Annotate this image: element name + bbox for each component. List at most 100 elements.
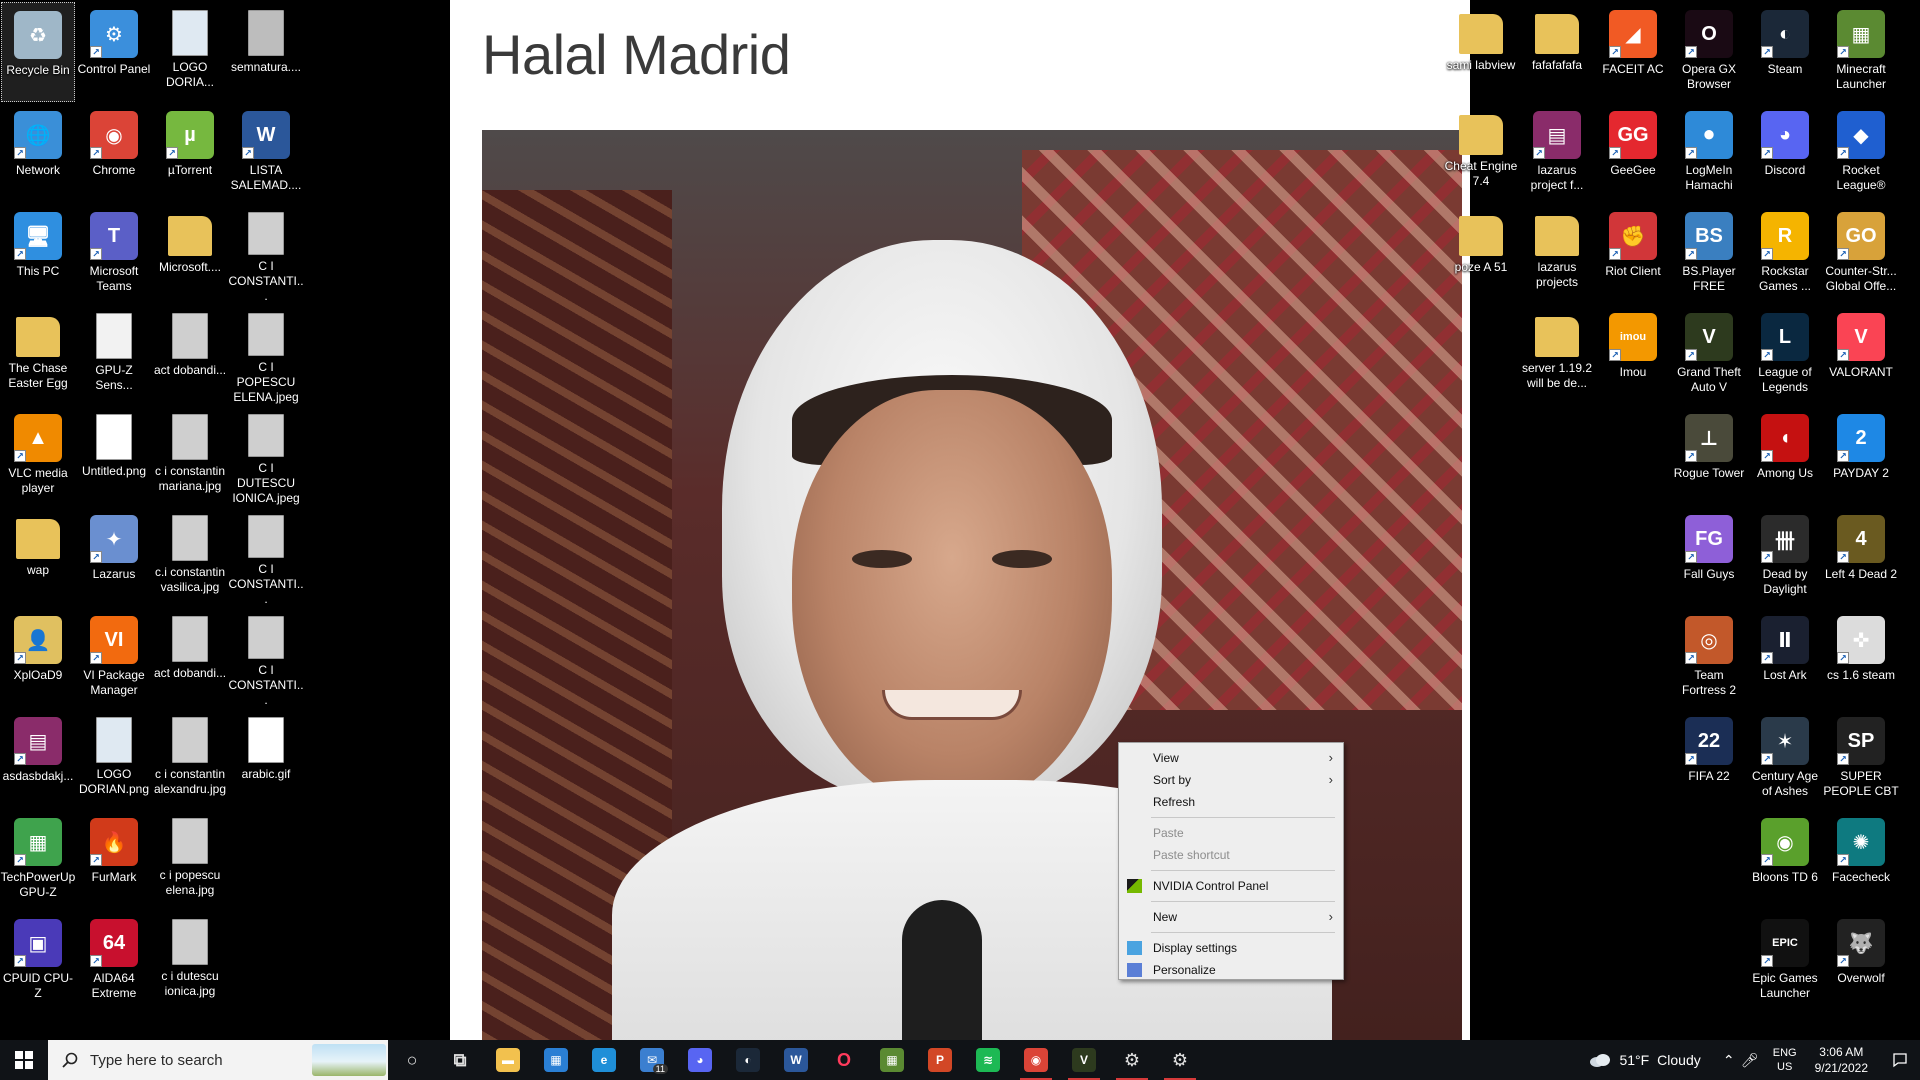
desktop-icon[interactable]: lazarus projects: [1520, 204, 1594, 304]
desktop-icon[interactable]: ▤ ↗ asdasbdakj...: [1, 709, 75, 809]
desktop-icon[interactable]: 🐺 ↗ Overwolf: [1824, 911, 1898, 1011]
taskbar-button[interactable]: V: [1060, 1040, 1108, 1080]
menu-item-new[interactable]: New ›: [1119, 906, 1343, 928]
desktop-icon[interactable]: ✜ ↗ cs 1.6 steam: [1824, 608, 1898, 708]
menu-item-display-settings[interactable]: Display settings: [1119, 937, 1343, 959]
desktop-icon[interactable]: c i constantin alexandru.jpg: [153, 709, 227, 809]
desktop-icon[interactable]: EPIC ↗ Epic Games Launcher: [1748, 911, 1822, 1011]
desktop-icon[interactable]: 🌐 ↗ Network: [1, 103, 75, 203]
desktop-icon[interactable]: ◉ ↗ Bloons TD 6: [1748, 810, 1822, 910]
desktop-icon[interactable]: act dobandi...: [153, 608, 227, 708]
desktop-icon[interactable]: c.i constantin vasilica.jpg: [153, 507, 227, 607]
desktop-icon[interactable]: fafafafafa: [1520, 2, 1594, 102]
desktop-icon[interactable]: ✺ ↗ Facecheck: [1824, 810, 1898, 910]
desktop-icon[interactable]: LOGO DORIAN.png: [77, 709, 151, 809]
desktop-icon[interactable]: L ↗ League of Legends: [1748, 305, 1822, 405]
desktop-icon[interactable]: ◆ ↗ Rocket League®: [1824, 103, 1898, 203]
desktop-icon[interactable]: 2 ↗ PAYDAY 2: [1824, 406, 1898, 506]
desktop-icon[interactable]: 卌 ↗ Dead by Daylight: [1748, 507, 1822, 607]
desktop-icon[interactable]: sami labview: [1444, 2, 1518, 102]
desktop-icon[interactable]: Cheat Engine 7.4: [1444, 103, 1518, 203]
desktop-icon[interactable]: ▲ ↗ VLC media player: [1, 406, 75, 506]
taskbar-button[interactable]: ◉: [1012, 1040, 1060, 1080]
desktop-icon[interactable]: GO ↗ Counter-Str... Global Offe...: [1824, 204, 1898, 304]
taskbar-button[interactable]: ▬: [484, 1040, 532, 1080]
input-language[interactable]: ENG US: [1773, 1046, 1797, 1074]
desktop-icon[interactable]: Ⅱ ↗ Lost Ark: [1748, 608, 1822, 708]
desktop-icon[interactable]: FG ↗ Fall Guys: [1672, 507, 1746, 607]
desktop-icon[interactable]: 64 ↗ AIDA64 Extreme: [77, 911, 151, 1011]
desktop-icon[interactable]: V ↗ VALORANT: [1824, 305, 1898, 405]
desktop-icon[interactable]: C I POPESCU ELENA.jpeg: [229, 305, 303, 405]
desktop-icon[interactable]: c i constantin mariana.jpg: [153, 406, 227, 506]
taskbar-button[interactable]: ⚙: [1156, 1040, 1204, 1080]
taskbar-search-box[interactable]: Type here to search: [48, 1040, 388, 1080]
taskbar-button[interactable]: e: [580, 1040, 628, 1080]
desktop-icon[interactable]: ▤ ↗ lazarus project f...: [1520, 103, 1594, 203]
taskbar-button[interactable]: P: [916, 1040, 964, 1080]
desktop-icon[interactable]: ▦ ↗ Minecraft Launcher: [1824, 2, 1898, 102]
show-hidden-icons-chevron-icon[interactable]: ⌃: [1719, 1052, 1739, 1069]
desktop-icon[interactable]: 🖥 ↗ This PC: [1, 204, 75, 304]
desktop-icon[interactable]: ✦ ↗ Lazarus: [77, 507, 151, 607]
taskbar-button[interactable]: ◕: [676, 1040, 724, 1080]
desktop-icon[interactable]: ✊ ↗ Riot Client: [1596, 204, 1670, 304]
taskbar-button[interactable]: ▦: [868, 1040, 916, 1080]
microphone-icon[interactable]: 🎤︎: [1739, 1052, 1761, 1069]
desktop-icon[interactable]: Microsoft....: [153, 204, 227, 304]
desktop-icon[interactable]: SP ↗ SUPER PEOPLE CBT: [1823, 709, 1899, 809]
taskbar-button[interactable]: ✉ 11: [628, 1040, 676, 1080]
menu-item-view[interactable]: View ›: [1119, 747, 1343, 769]
start-button[interactable]: [0, 1040, 48, 1080]
desktop-icon[interactable]: c i dutescu ionica.jpg: [153, 911, 227, 1011]
desktop-icon[interactable]: 👤 ↗ XplOaD9: [1, 608, 75, 708]
desktop-icon[interactable]: act dobandi...: [153, 305, 227, 405]
menu-item-personalize[interactable]: Personalize: [1119, 959, 1343, 981]
desktop-icon[interactable]: C I CONSTANTI...: [228, 507, 304, 607]
desktop-icon[interactable]: LOGO DORIA...: [153, 2, 227, 102]
desktop-icon[interactable]: server 1.19.2 will be de...: [1520, 305, 1594, 405]
desktop-icon[interactable]: BS ↗ BS.Player FREE: [1672, 204, 1746, 304]
menu-item-nvidia-control-panel[interactable]: NVIDIA Control Panel: [1119, 875, 1343, 897]
desktop-icon[interactable]: The Chase Easter Egg: [1, 305, 75, 405]
desktop-icon[interactable]: Untitled.png: [77, 406, 151, 506]
taskbar-button[interactable]: O: [820, 1040, 868, 1080]
taskbar-button[interactable]: W: [772, 1040, 820, 1080]
desktop-icon[interactable]: O ↗ Opera GX Browser: [1672, 2, 1746, 102]
desktop-icon[interactable]: R ↗ Rockstar Games ...: [1748, 204, 1822, 304]
desktop-icon[interactable]: V ↗ Grand Theft Auto V: [1672, 305, 1746, 405]
taskbar-button[interactable]: ▦: [532, 1040, 580, 1080]
desktop-icon[interactable]: T ↗ Microsoft Teams: [77, 204, 151, 304]
desktop-icon[interactable]: arabic.gif: [229, 709, 303, 809]
desktop-icon[interactable]: ◖ ↗ Among Us: [1748, 406, 1822, 506]
taskbar-button[interactable]: ≋: [964, 1040, 1012, 1080]
notification-center-button[interactable]: [1880, 1052, 1920, 1068]
desktop-icon[interactable]: ◕ ↗ Discord: [1748, 103, 1822, 203]
desktop-icon[interactable]: ⚙ ↗ Control Panel: [77, 2, 151, 102]
desktop-icon[interactable]: ◎ ↗ Team Fortress 2: [1672, 608, 1746, 708]
desktop-icon[interactable]: GPU-Z Sens...: [77, 305, 151, 405]
desktop-icon[interactable]: 🔥 ↗ FurMark: [77, 810, 151, 910]
desktop-icon[interactable]: wap: [1, 507, 75, 607]
taskbar-button[interactable]: ⧉: [436, 1040, 484, 1080]
weather-widget[interactable]: 51°F Cloudy: [1589, 1052, 1701, 1068]
desktop-icon[interactable]: imou ↗ Imou: [1596, 305, 1670, 405]
desktop-icon[interactable]: C I CONSTANTI...: [228, 204, 304, 304]
desktop-icon[interactable]: ♻ Recycle Bin: [1, 2, 75, 102]
desktop-icon[interactable]: GG ↗ GeeGee: [1596, 103, 1670, 203]
desktop-icon[interactable]: poze A 51: [1444, 204, 1518, 304]
desktop-icon[interactable]: ⚫ ↗ LogMeIn Hamachi: [1672, 103, 1746, 203]
desktop-icon[interactable]: ◢ ↗ FACEIT AC: [1596, 2, 1670, 102]
desktop-icon[interactable]: semnatura....: [229, 2, 303, 102]
desktop-icon[interactable]: ◐ ↗ Steam: [1748, 2, 1822, 102]
desktop-icon[interactable]: ▦ ↗ TechPowerUp GPU-Z: [1, 810, 75, 910]
desktop-icon[interactable]: C I DUTESCU IONICA.jpeg: [229, 406, 303, 506]
desktop-icon[interactable]: ▣ ↗ CPUID CPU-Z: [1, 911, 75, 1011]
taskbar-button[interactable]: ○: [388, 1040, 436, 1080]
desktop-icon[interactable]: C I CONSTANTI...: [228, 608, 304, 708]
taskbar-button[interactable]: ◐: [724, 1040, 772, 1080]
desktop-icon[interactable]: 22 ↗ FIFA 22: [1672, 709, 1746, 809]
desktop-icon[interactable]: VI ↗ VI Package Manager: [77, 608, 151, 708]
desktop-icon[interactable]: ⊥ ↗ Rogue Tower: [1672, 406, 1746, 506]
desktop-icon[interactable]: ✶ ↗ Century Age of Ashes: [1748, 709, 1822, 809]
